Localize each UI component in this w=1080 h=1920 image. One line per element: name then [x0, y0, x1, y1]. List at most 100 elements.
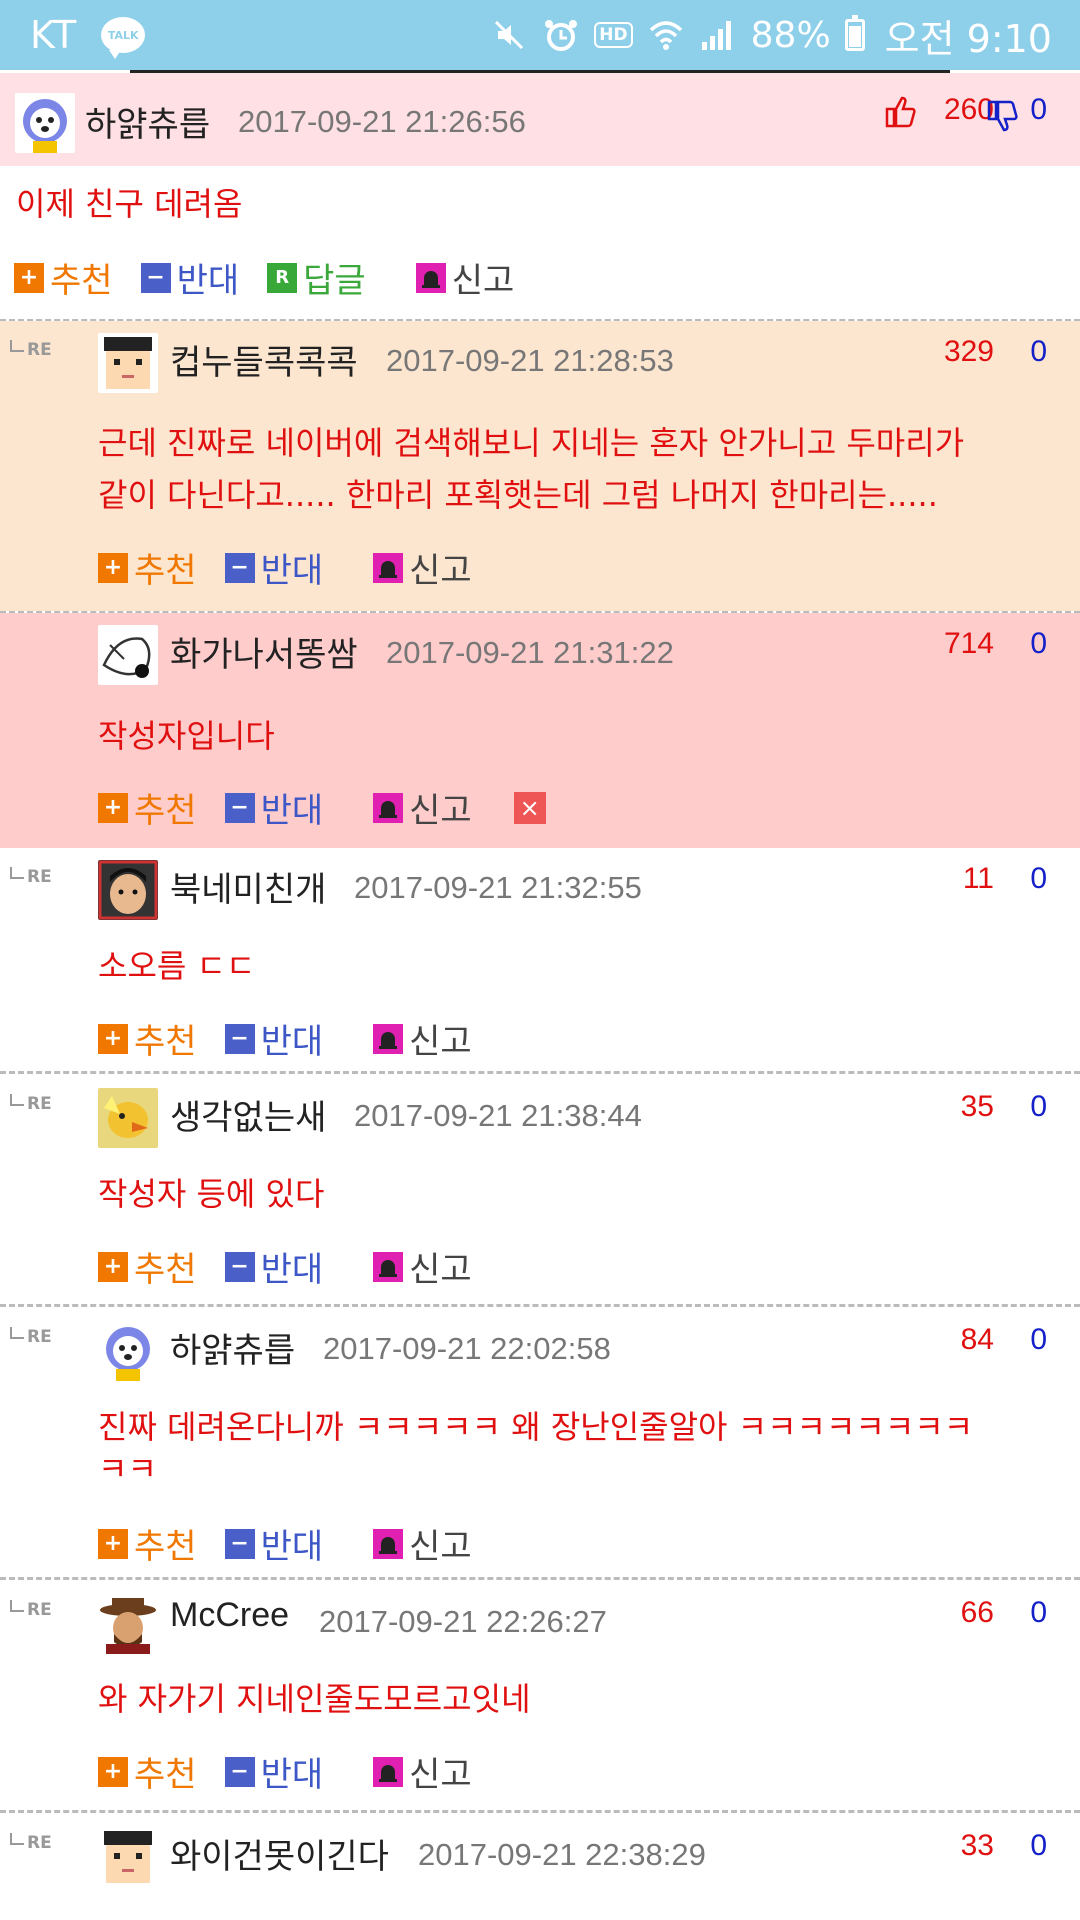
clock: 오전 9:10 — [884, 16, 1052, 61]
recommend-button[interactable]: + 추천 — [14, 253, 113, 302]
reply-r-icon: R — [267, 262, 298, 293]
oppose-label: 반대 — [260, 1250, 324, 1290]
recommend-button[interactable]: + 추천 — [98, 783, 197, 832]
status-bar: KT TALK HD 88% 오전 9:10 — [0, 0, 1080, 70]
siren-icon — [373, 552, 404, 583]
minus-icon: − — [224, 552, 255, 583]
recommend-button[interactable]: + 추천 — [98, 1519, 197, 1568]
comment-author[interactable]: 화가나서똥쌈 — [170, 627, 358, 676]
recommend-button[interactable]: + 추천 — [98, 1242, 197, 1291]
recommend-button[interactable]: + 추천 — [98, 543, 197, 592]
avatar[interactable] — [98, 1321, 158, 1381]
thumbs-up-icon[interactable] — [884, 95, 918, 133]
avatar[interactable] — [98, 1088, 158, 1148]
comment-actions: + 추천 − 반대 신고 × — [98, 783, 546, 832]
report-label: 신고 — [409, 791, 472, 831]
plus-icon: + — [98, 1528, 128, 1559]
reply-arrow-icon — [10, 1327, 24, 1339]
alarm-icon — [542, 16, 580, 54]
report-button[interactable]: 신고 — [415, 253, 514, 302]
avatar[interactable] — [98, 1594, 158, 1654]
avatar[interactable] — [15, 93, 75, 153]
report-button[interactable]: 신고 — [373, 1747, 472, 1796]
re-label: RE — [27, 867, 52, 887]
siren-icon — [373, 1251, 404, 1282]
oppose-label: 반대 — [260, 1755, 324, 1795]
comment-actions: + 추천 − 반대 신고 — [98, 1747, 500, 1796]
comment-reply: RE 하얅츄릅 2017-09-21 22:02:58 84 0 진짜 데려온다… — [0, 1307, 1080, 1582]
comment-actions: + 추천 − 반대 신고 — [98, 543, 500, 592]
dislike-count: 0 — [1030, 1323, 1047, 1356]
comment-text-line: 근데 진짜로 네이버에 검색해보니 지네는 혼자 안가니고 두마리가 — [98, 424, 965, 462]
comment-author[interactable]: 하얅츄릅 — [85, 97, 210, 146]
battery-icon — [844, 15, 865, 51]
dislike-count: 0 — [1030, 93, 1047, 126]
reply-button[interactable]: R 답글 — [267, 253, 366, 302]
report-button[interactable]: 신고 — [373, 1242, 472, 1291]
oppose-button[interactable]: − 반대 — [224, 1242, 324, 1291]
report-button[interactable]: 신고 — [373, 1519, 472, 1568]
comment-author[interactable]: 하얅츄릅 — [170, 1323, 295, 1372]
thumbs-down-icon[interactable] — [986, 99, 1020, 137]
recommend-button[interactable]: + 추천 — [98, 1747, 197, 1796]
comment-author[interactable]: McCree — [170, 1596, 289, 1635]
avatar[interactable] — [98, 1827, 158, 1887]
recommend-label: 추천 — [134, 1527, 197, 1567]
siren-icon — [373, 1756, 404, 1787]
plus-icon: + — [14, 262, 44, 293]
mute-icon — [490, 16, 528, 54]
dislike-count: 0 — [1030, 862, 1047, 895]
report-label: 신고 — [409, 1022, 472, 1062]
comment-author[interactable]: 컵누들콕콕콕 — [170, 335, 358, 384]
oppose-button[interactable]: − 반대 — [224, 1519, 323, 1568]
report-button[interactable]: 신고 — [373, 1014, 472, 1063]
report-label: 신고 — [409, 1527, 472, 1567]
avatar[interactable] — [98, 333, 158, 393]
comment-date: 2017-09-21 21:32:55 — [354, 870, 642, 905]
oppose-button[interactable]: − 반대 — [140, 253, 239, 302]
comment-reply: RE 생각없는새 2017-09-21 21:38:44 35 0 작성자 등에… — [0, 1074, 1080, 1302]
avatar[interactable] — [98, 625, 158, 685]
report-button[interactable]: 신고 — [373, 783, 472, 832]
reply-indicator: RE — [10, 1327, 52, 1347]
oppose-button[interactable]: − 반대 — [224, 543, 323, 592]
re-label: RE — [27, 1094, 52, 1114]
battery-percent: 88% — [750, 14, 831, 56]
minus-icon: − — [224, 1528, 255, 1559]
avatar[interactable] — [98, 860, 158, 920]
recommend-label: 추천 — [50, 261, 113, 301]
comment-author[interactable]: 생각없는새 — [170, 1090, 326, 1139]
comment-date: 2017-09-21 21:38:44 — [354, 1098, 642, 1133]
siren-icon — [373, 792, 404, 823]
minus-icon: − — [140, 262, 171, 293]
comment-actions: + 추천 − 반대 신고 — [98, 1519, 500, 1568]
report-button[interactable]: 신고 — [373, 543, 472, 592]
plus-icon: + — [98, 792, 128, 823]
reply-indicator: RE — [10, 340, 52, 360]
comment-date: 2017-09-21 21:31:22 — [386, 635, 674, 670]
re-label: RE — [27, 1327, 52, 1347]
dislike-count: 0 — [1030, 335, 1047, 368]
plus-icon: + — [98, 552, 128, 583]
recommend-label: 추천 — [134, 1022, 197, 1062]
comment-text-line: 진짜 데려온다니까 ㅋㅋㅋㅋㅋ 왜 장난인줄알아 ㅋㅋㅋㅋㅋㅋㅋㅋ — [98, 1408, 974, 1446]
minus-icon: − — [224, 1756, 255, 1787]
like-count: 35 — [960, 1090, 994, 1123]
reply-arrow-icon — [10, 1600, 24, 1612]
minus-icon: − — [224, 792, 255, 823]
oppose-button[interactable]: − 반대 — [224, 783, 323, 832]
delete-button[interactable]: × — [513, 791, 546, 824]
comment-actions: + 추천 − 반대 신고 — [98, 1014, 500, 1063]
minus-icon: − — [224, 1251, 255, 1282]
comment-reply: RE 와이건못이긴다 2017-09-21 22:38:29 33 0 — [0, 1813, 1080, 1920]
recommend-button[interactable]: + 추천 — [98, 1014, 197, 1063]
reply-indicator: RE — [10, 1833, 52, 1853]
oppose-button[interactable]: − 반대 — [224, 1747, 324, 1796]
comment-author[interactable]: 와이건못이긴다 — [170, 1829, 389, 1878]
re-label: RE — [27, 1833, 52, 1853]
oppose-button[interactable]: − 반대 — [224, 1014, 323, 1063]
wifi-icon — [647, 16, 685, 54]
comment-author[interactable]: 북네미친개 — [170, 862, 326, 911]
siren-icon — [415, 262, 446, 293]
kakaotalk-notification-icon: TALK — [101, 17, 146, 59]
